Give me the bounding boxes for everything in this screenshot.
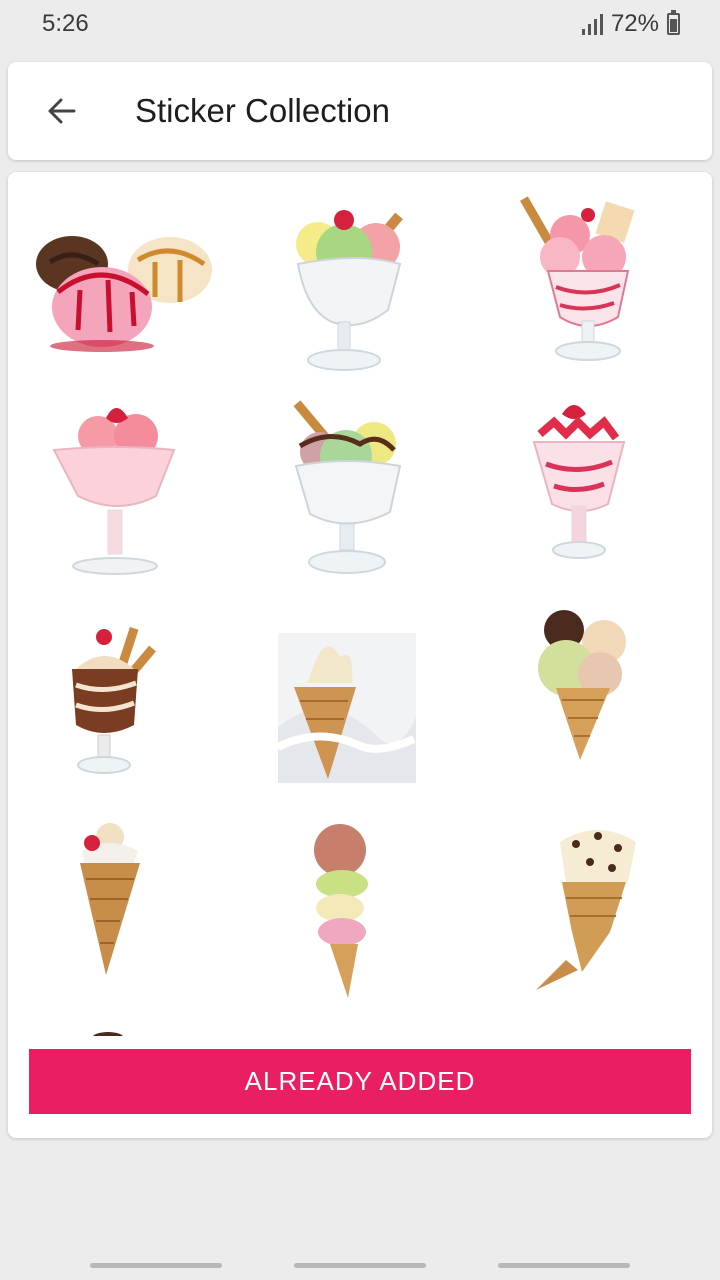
sticker-stacked-scoops-cone[interactable]	[288, 822, 488, 1022]
sticker-strawberry-parfait[interactable]	[520, 394, 712, 594]
sticker-strawberry-sundae-wafer[interactable]	[500, 187, 700, 387]
nav-handle-left	[90, 1263, 222, 1268]
nav-handle-right	[498, 1263, 630, 1268]
sticker-chocolate-sundae-cherry[interactable]	[58, 607, 258, 807]
sticker-card: ALREADY ADDED	[8, 172, 712, 1138]
sticker-soft-serve-cone-splash[interactable]	[278, 627, 478, 827]
status-indicators: 72%	[581, 10, 680, 38]
sticker-triple-scoop-cone[interactable]	[530, 604, 712, 804]
status-bar: 5:26 72%	[0, 0, 720, 50]
app-bar: Sticker Collection	[8, 62, 712, 160]
sticker-chocolate-chip-cone[interactable]	[526, 822, 712, 1022]
sticker-pink-sundae-strawberry[interactable]	[38, 400, 238, 600]
arrow-back-icon[interactable]	[42, 91, 82, 131]
battery-percent: 72%	[610, 10, 659, 37]
signal-icon	[581, 13, 603, 35]
sticker-cherry-cone[interactable]	[68, 817, 268, 1017]
sticker-ice-cream-scoops-with-syrup[interactable]	[20, 202, 220, 402]
battery-charging-icon	[667, 10, 680, 35]
page-title: Sticker Collection	[135, 92, 390, 129]
sticker-grid[interactable]	[8, 172, 712, 1036]
nav-handle-center	[294, 1263, 426, 1268]
sticker-sundae-glass-green-pink-scoops[interactable]	[260, 192, 460, 392]
sticker-partial-row[interactable]	[68, 1032, 268, 1036]
already-added-button[interactable]: ALREADY ADDED	[29, 1049, 691, 1114]
sticker-sundae-glass-chocolate-wafer[interactable]	[270, 394, 470, 594]
status-time: 5:26	[42, 10, 89, 37]
